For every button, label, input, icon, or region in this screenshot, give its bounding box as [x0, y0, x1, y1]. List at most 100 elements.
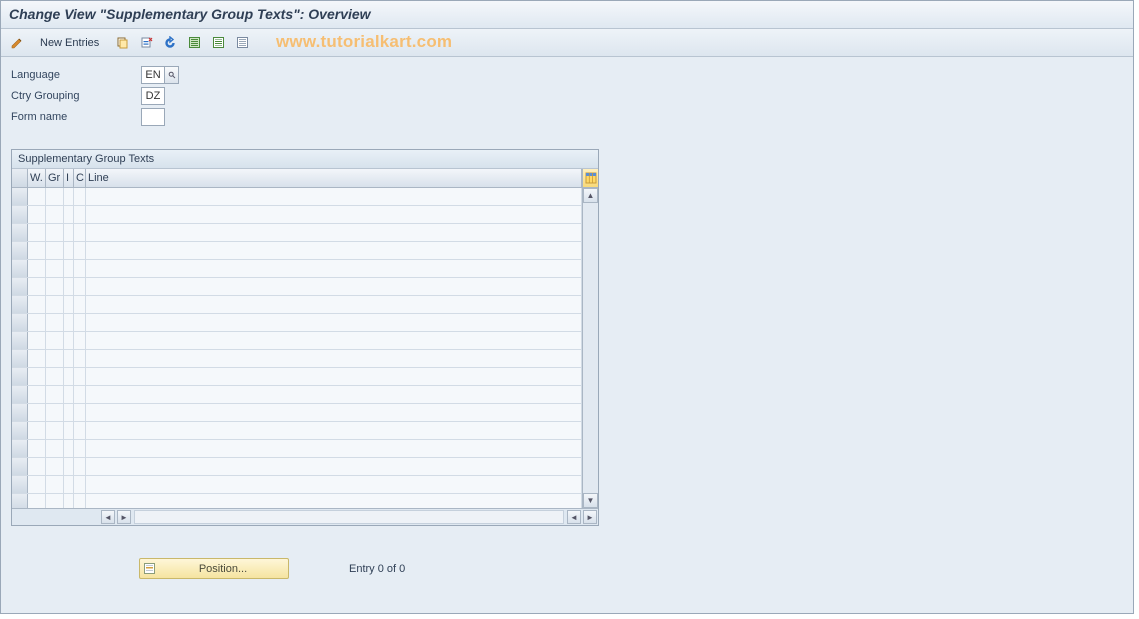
ctry-grouping-input[interactable] [141, 87, 165, 105]
table-row[interactable] [12, 224, 582, 242]
cell-line[interactable] [86, 440, 582, 457]
cell-gr[interactable] [46, 422, 64, 439]
cell-gr[interactable] [46, 314, 64, 331]
cell-line[interactable] [86, 422, 582, 439]
cell-gr[interactable] [46, 242, 64, 259]
cell-c[interactable] [74, 332, 86, 349]
cell-c[interactable] [74, 458, 86, 475]
table-row[interactable] [12, 296, 582, 314]
cell-w[interactable] [28, 296, 46, 313]
cell-gr[interactable] [46, 260, 64, 277]
col-header-i[interactable]: I [64, 169, 74, 187]
table-row[interactable] [12, 206, 582, 224]
cell-gr[interactable] [46, 206, 64, 223]
table-header-selector[interactable] [12, 169, 28, 187]
cell-c[interactable] [74, 188, 86, 205]
cell-w[interactable] [28, 350, 46, 367]
row-selector[interactable] [12, 332, 28, 349]
cell-i[interactable] [64, 440, 74, 457]
cell-i[interactable] [64, 422, 74, 439]
cell-i[interactable] [64, 206, 74, 223]
scroll-up-button[interactable]: ▲ [583, 188, 598, 203]
cell-i[interactable] [64, 458, 74, 475]
cell-line[interactable] [86, 350, 582, 367]
table-row[interactable] [12, 458, 582, 476]
cell-c[interactable] [74, 404, 86, 421]
cell-w[interactable] [28, 314, 46, 331]
cell-i[interactable] [64, 350, 74, 367]
scroll-right-button[interactable]: ► [117, 510, 131, 524]
language-f4-button[interactable] [165, 66, 179, 84]
row-selector[interactable] [12, 350, 28, 367]
select-all-icon[interactable] [184, 33, 204, 53]
cell-w[interactable] [28, 206, 46, 223]
row-selector[interactable] [12, 206, 28, 223]
cell-c[interactable] [74, 440, 86, 457]
row-selector[interactable] [12, 476, 28, 493]
cell-w[interactable] [28, 242, 46, 259]
cell-c[interactable] [74, 278, 86, 295]
form-name-input[interactable] [141, 108, 165, 126]
row-selector[interactable] [12, 386, 28, 403]
cell-c[interactable] [74, 260, 86, 277]
cell-i[interactable] [64, 224, 74, 241]
cell-c[interactable] [74, 368, 86, 385]
position-button[interactable]: Position... [139, 558, 289, 579]
cell-c[interactable] [74, 314, 86, 331]
table-row[interactable] [12, 404, 582, 422]
row-selector[interactable] [12, 494, 28, 508]
cell-i[interactable] [64, 404, 74, 421]
cell-c[interactable] [74, 350, 86, 367]
cell-line[interactable] [86, 188, 582, 205]
cell-w[interactable] [28, 188, 46, 205]
cell-c[interactable] [74, 224, 86, 241]
table-row[interactable] [12, 422, 582, 440]
row-selector[interactable] [12, 242, 28, 259]
cell-c[interactable] [74, 386, 86, 403]
cell-w[interactable] [28, 386, 46, 403]
cell-line[interactable] [86, 242, 582, 259]
cell-i[interactable] [64, 242, 74, 259]
cell-i[interactable] [64, 278, 74, 295]
cell-w[interactable] [28, 224, 46, 241]
cell-i[interactable] [64, 314, 74, 331]
cell-w[interactable] [28, 494, 46, 508]
table-row[interactable] [12, 368, 582, 386]
cell-c[interactable] [74, 242, 86, 259]
cell-i[interactable] [64, 260, 74, 277]
cell-c[interactable] [74, 476, 86, 493]
col-header-w[interactable]: W. [28, 169, 46, 187]
table-row[interactable] [12, 332, 582, 350]
cell-gr[interactable] [46, 404, 64, 421]
cell-w[interactable] [28, 368, 46, 385]
table-config-button[interactable] [582, 169, 598, 187]
col-header-line[interactable]: Line [86, 169, 582, 187]
table-row[interactable] [12, 494, 582, 508]
cell-w[interactable] [28, 278, 46, 295]
cell-gr[interactable] [46, 332, 64, 349]
cell-gr[interactable] [46, 350, 64, 367]
cell-c[interactable] [74, 422, 86, 439]
row-selector[interactable] [12, 278, 28, 295]
cell-gr[interactable] [46, 494, 64, 508]
cell-line[interactable] [86, 368, 582, 385]
table-row[interactable] [12, 242, 582, 260]
cell-line[interactable] [86, 458, 582, 475]
cell-line[interactable] [86, 260, 582, 277]
cell-gr[interactable] [46, 188, 64, 205]
cell-gr[interactable] [46, 296, 64, 313]
cell-line[interactable] [86, 224, 582, 241]
cell-c[interactable] [74, 494, 86, 508]
vertical-scrollbar[interactable]: ▲ ▼ [582, 188, 598, 508]
scroll-left-button[interactable]: ◄ [101, 510, 115, 524]
cell-gr[interactable] [46, 386, 64, 403]
row-selector[interactable] [12, 188, 28, 205]
row-selector[interactable] [12, 314, 28, 331]
scroll-down-button[interactable]: ▼ [583, 493, 598, 508]
new-entries-button[interactable]: New Entries [31, 34, 108, 52]
deselect-all-icon[interactable] [232, 33, 252, 53]
cell-i[interactable] [64, 386, 74, 403]
scroll-right-end-button[interactable]: ► [583, 510, 597, 524]
scroll-left-end-button[interactable]: ◄ [567, 510, 581, 524]
cell-gr[interactable] [46, 278, 64, 295]
